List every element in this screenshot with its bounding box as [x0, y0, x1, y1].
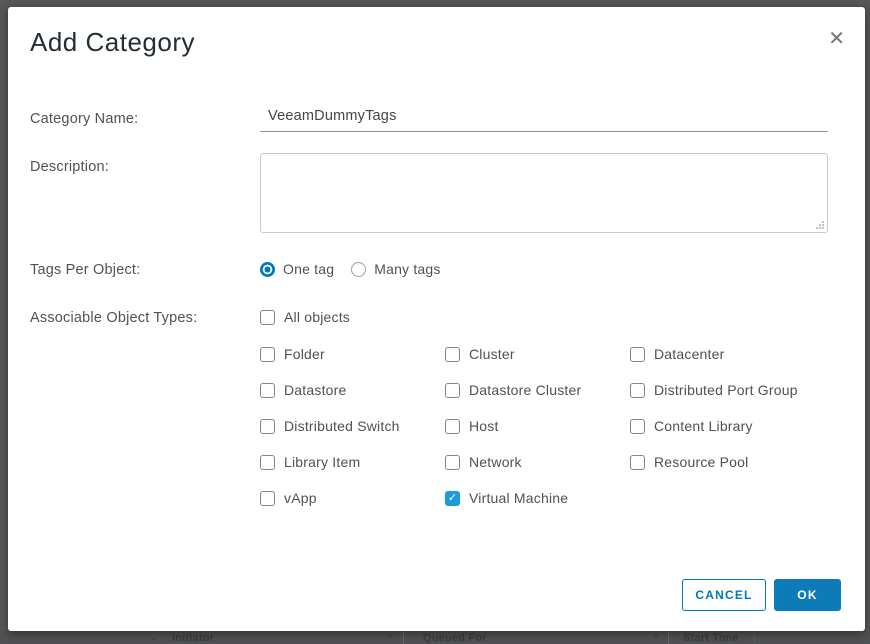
tags-per-object-radio-group: One tag Many tags	[260, 261, 441, 277]
checkbox-label: Datastore	[284, 382, 347, 398]
checkbox-icon[interactable]	[445, 491, 460, 506]
radio-label: One tag	[283, 261, 334, 277]
dialog-footer: CANCEL OK	[682, 579, 841, 611]
checkbox-label: All objects	[284, 309, 350, 325]
checkbox-label: Library Item	[284, 454, 360, 470]
column-divider	[403, 632, 404, 644]
checkbox-icon[interactable]	[260, 419, 275, 434]
close-icon[interactable]: ✕	[828, 29, 845, 49]
background-column-initiator: Initiator	[172, 632, 214, 644]
checkbox-label: Datacenter	[654, 346, 724, 362]
checkbox-label: Content Library	[654, 418, 753, 434]
object-type-folder[interactable]: Folder	[260, 346, 445, 362]
filter-icon: ▼	[386, 632, 394, 641]
object-type-datastore[interactable]: Datastore	[260, 382, 445, 398]
checkbox-icon[interactable]	[260, 310, 275, 325]
object-type-virtual-machine[interactable]: Virtual Machine	[445, 490, 630, 506]
checkbox-label: Distributed Port Group	[654, 382, 798, 398]
object-type-all-objects[interactable]: All objects	[260, 309, 350, 325]
radio-icon[interactable]	[260, 262, 275, 277]
radio-label: Many tags	[374, 261, 440, 277]
radio-option-many-tags[interactable]: Many tags	[351, 261, 440, 277]
category-name-input[interactable]	[260, 105, 828, 132]
column-divider	[668, 632, 669, 644]
checkbox-icon[interactable]	[630, 383, 645, 398]
object-type-network[interactable]: Network	[445, 454, 630, 470]
cancel-button[interactable]: CANCEL	[682, 579, 766, 611]
radio-option-one-tag[interactable]: One tag	[260, 261, 334, 277]
checkbox-label: Distributed Switch	[284, 418, 400, 434]
checkbox-icon[interactable]	[445, 347, 460, 362]
checkbox-label: Cluster	[469, 346, 515, 362]
checkbox-icon[interactable]	[445, 455, 460, 470]
radio-icon[interactable]	[351, 262, 366, 277]
background-column-queued-for: Queued For	[423, 632, 487, 644]
object-type-distributed-port-group[interactable]: Distributed Port Group	[630, 382, 828, 398]
ok-button[interactable]: OK	[774, 579, 841, 611]
object-type-content-library[interactable]: Content Library	[630, 418, 828, 434]
checkbox-icon[interactable]	[445, 419, 460, 434]
object-type-distributed-switch[interactable]: Distributed Switch	[260, 418, 445, 434]
checkbox-icon[interactable]	[630, 455, 645, 470]
dimmed-background-table-header: ⌄ Initiator ▼ Queued For ▼ Start Time ↓	[0, 631, 870, 644]
sort-descending-icon: ↓	[752, 632, 758, 644]
checkbox-icon[interactable]	[445, 383, 460, 398]
description-textarea[interactable]	[260, 153, 828, 233]
object-type-grid: Folder Cluster Datacenter Datastore Datastor…	[260, 346, 828, 506]
object-type-host[interactable]: Host	[445, 418, 630, 434]
checkbox-label: Network	[469, 454, 522, 470]
dialog-title: Add Category	[30, 27, 195, 58]
checkbox-label: Virtual Machine	[469, 490, 568, 506]
checkbox-icon[interactable]	[630, 419, 645, 434]
background-column-start-time: Start Time	[683, 632, 739, 644]
checkbox-icon[interactable]	[260, 455, 275, 470]
chevron-down-icon: ⌄	[150, 632, 158, 643]
checkbox-label: Datastore Cluster	[469, 382, 581, 398]
checkbox-label: Folder	[284, 346, 325, 362]
tags-per-object-label: Tags Per Object:	[30, 262, 140, 278]
associable-object-types-label: Associable Object Types:	[30, 310, 197, 326]
checkbox-icon[interactable]	[260, 347, 275, 362]
add-category-dialog: Add Category ✕ Category Name: Descriptio…	[8, 7, 865, 631]
checkbox-icon[interactable]	[260, 383, 275, 398]
description-label: Description:	[30, 159, 109, 175]
object-type-vapp[interactable]: vApp	[260, 490, 445, 506]
filter-icon: ▼	[652, 632, 660, 641]
object-type-library-item[interactable]: Library Item	[260, 454, 445, 470]
object-type-resource-pool[interactable]: Resource Pool	[630, 454, 828, 470]
checkbox-label: vApp	[284, 490, 317, 506]
object-type-cluster[interactable]: Cluster	[445, 346, 630, 362]
object-type-datastore-cluster[interactable]: Datastore Cluster	[445, 382, 630, 398]
object-type-datacenter[interactable]: Datacenter	[630, 346, 828, 362]
checkbox-icon[interactable]	[630, 347, 645, 362]
checkbox-label: Host	[469, 418, 499, 434]
checkbox-label: Resource Pool	[654, 454, 748, 470]
checkbox-icon[interactable]	[260, 491, 275, 506]
category-name-label: Category Name:	[30, 111, 138, 127]
